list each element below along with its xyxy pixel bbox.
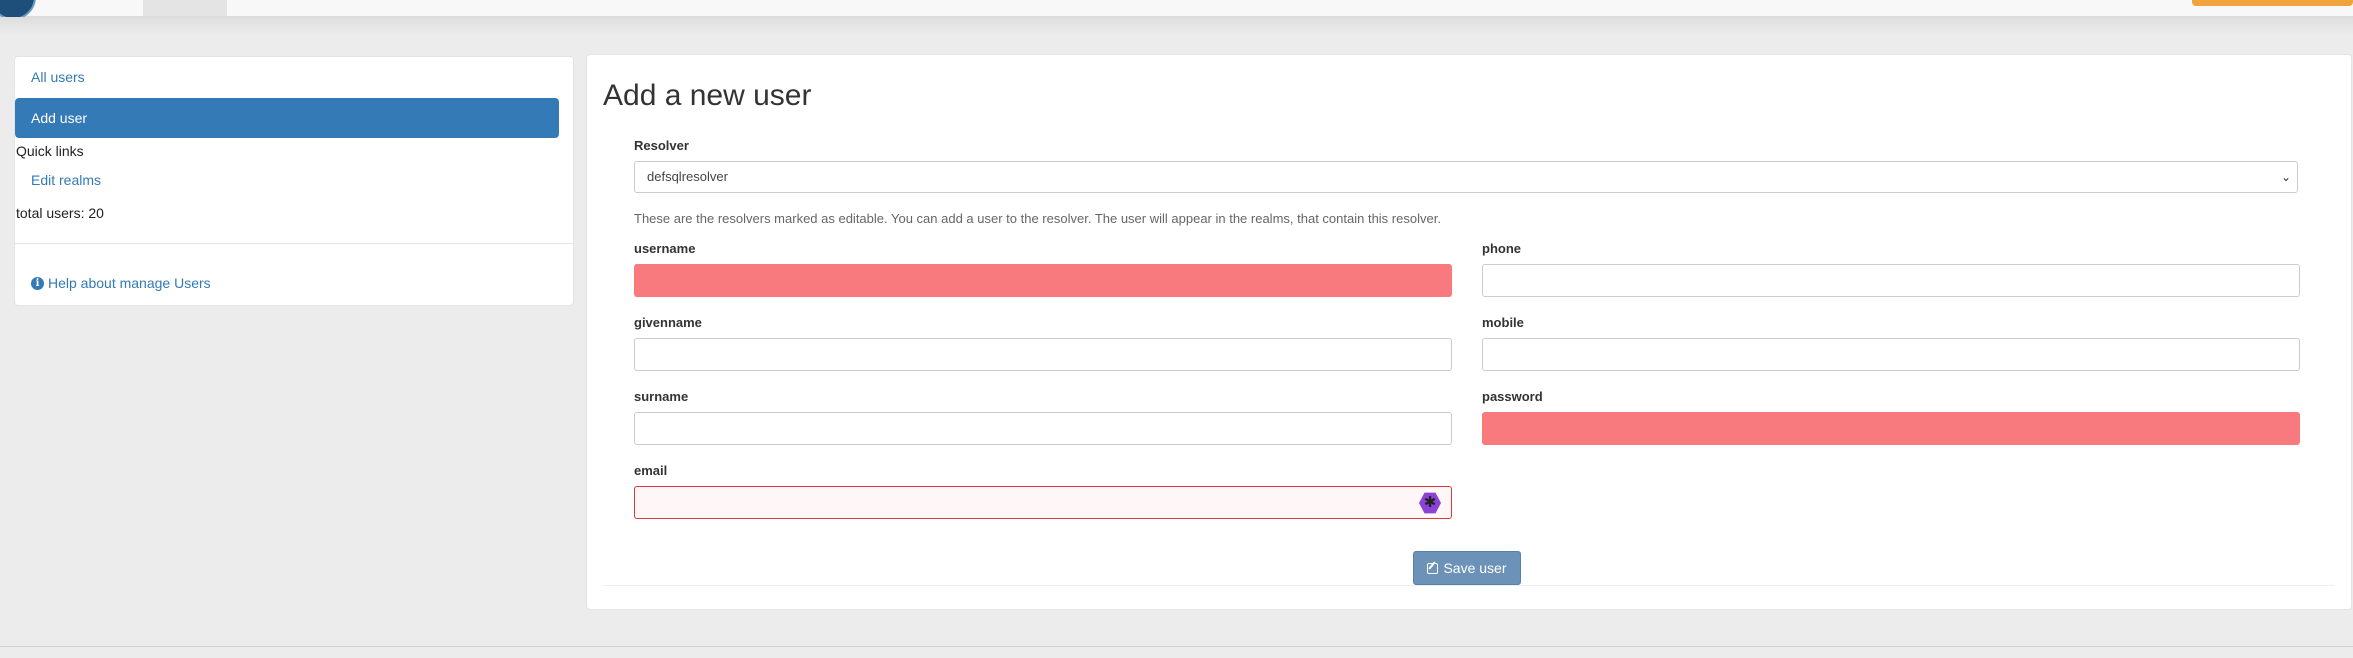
resolver-selected-value: defsqlresolver (647, 169, 728, 184)
sidebar-item-all-users[interactable]: All users (15, 57, 559, 97)
page-header-shadow (0, 17, 2353, 35)
surname-input[interactable] (634, 412, 1452, 445)
form-footer-divider (603, 585, 2335, 586)
mobile-input[interactable] (1482, 338, 2300, 371)
phone-label: phone (1482, 241, 1521, 256)
resolver-help-text: These are the resolvers marked as editab… (634, 211, 1441, 226)
active-nav-tab[interactable] (143, 0, 227, 16)
phone-input[interactable] (1482, 264, 2300, 297)
givenname-label: givenname (634, 315, 702, 330)
resolver-label: Resolver (634, 138, 689, 153)
save-user-button[interactable]: Save user (1413, 551, 1521, 585)
password-manager-icon[interactable]: ✱ (1419, 492, 1441, 514)
surname-label: surname (634, 389, 689, 404)
info-icon: i (31, 276, 44, 290)
save-button-label: Save user (1443, 560, 1507, 576)
sidebar-panel: All users Add user Quick links Edit real… (14, 56, 574, 306)
quick-links-heading: Quick links (16, 143, 84, 159)
sidebar-item-add-user[interactable]: Add user (15, 98, 559, 138)
top-action-button[interactable] (2192, 0, 2353, 6)
top-navbar (0, 0, 2353, 20)
givenname-input[interactable] (634, 338, 1452, 371)
chevron-down-icon: ⌄ (2280, 170, 2291, 184)
resolver-select[interactable]: defsqlresolver ⌄ (634, 161, 2298, 193)
help-manage-users-link[interactable]: i Help about manage Users (31, 275, 211, 291)
page-bottom-border (0, 646, 2353, 647)
page-title: Add a new user (603, 79, 812, 112)
email-input[interactable]: ✱ (634, 486, 1452, 519)
sidebar-item-edit-realms[interactable]: Edit realms (15, 160, 559, 200)
email-label: email (634, 463, 668, 478)
password-input[interactable] (1482, 412, 2300, 445)
sidebar-divider (15, 243, 573, 244)
password-label: password (1482, 389, 1543, 404)
username-input[interactable] (634, 264, 1452, 297)
add-user-panel: Add a new user Resolver defsqlresolver ⌄… (586, 54, 2352, 610)
mobile-label: mobile (1482, 315, 1524, 330)
username-label: username (634, 241, 696, 256)
help-link-label: Help about manage Users (48, 275, 211, 291)
total-users-count: total users: 20 (16, 205, 104, 221)
edit-icon (1427, 562, 1439, 574)
